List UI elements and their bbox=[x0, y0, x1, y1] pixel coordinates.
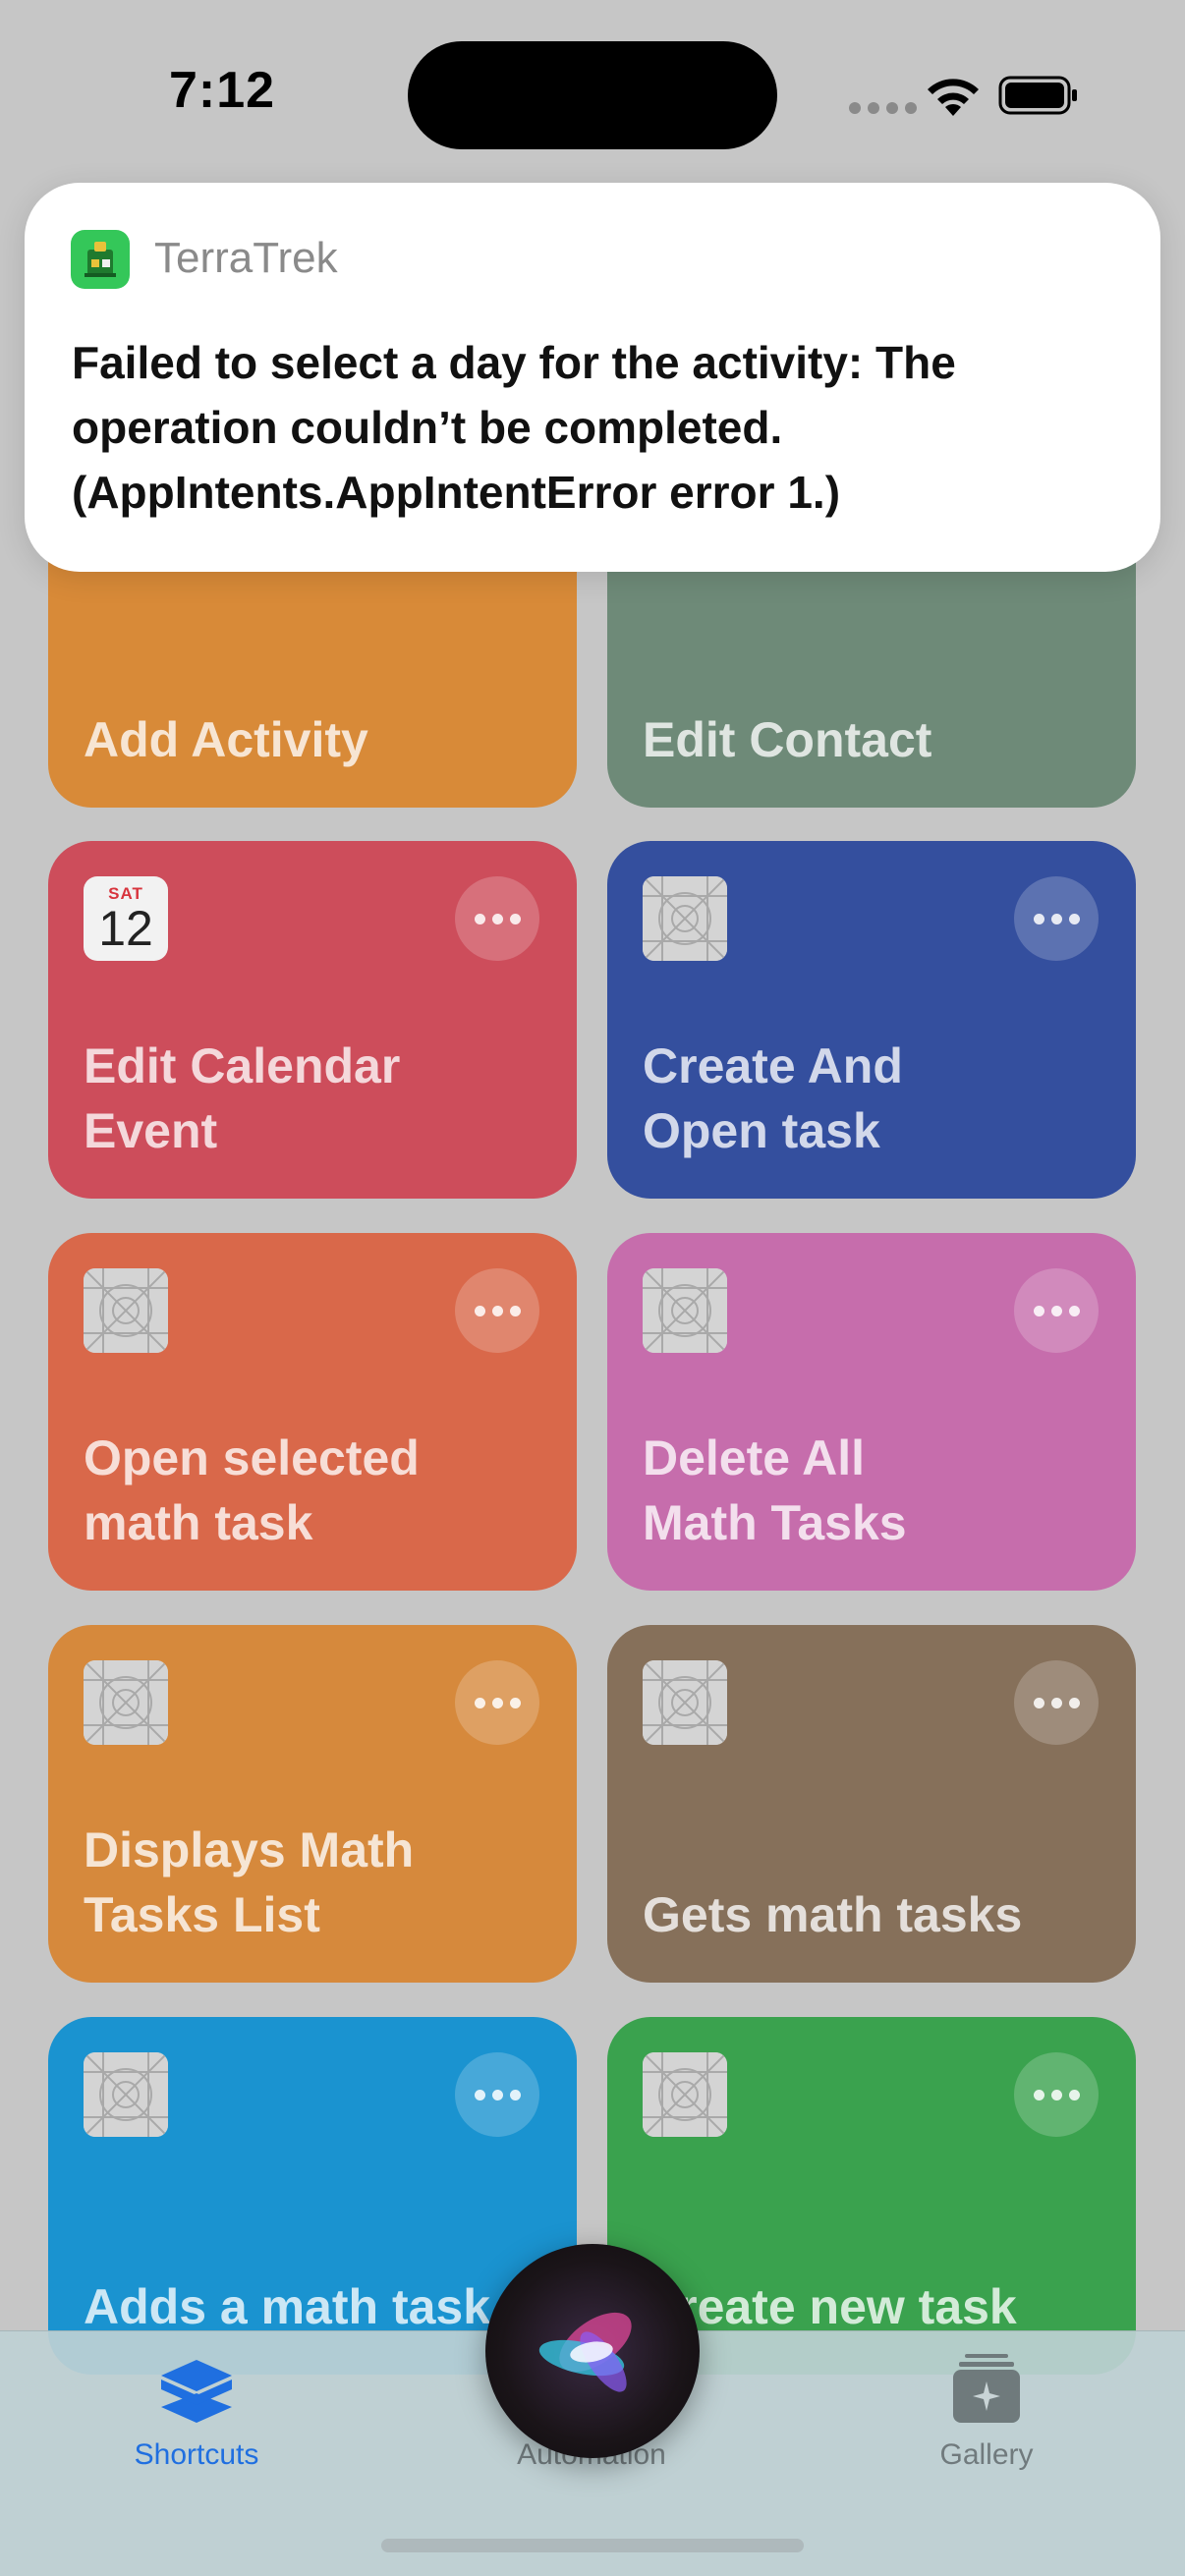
placeholder-app-icon bbox=[643, 876, 727, 961]
tile-title: Displays Math Tasks List bbox=[84, 1822, 415, 1942]
shortcut-tile-create-and-open-task[interactable]: Create And Open task bbox=[607, 841, 1136, 1199]
placeholder-app-icon bbox=[84, 2052, 168, 2137]
notification-app-name: TerraTrek bbox=[154, 234, 338, 282]
tile-title: Add Activity bbox=[84, 712, 368, 767]
placeholder-app-icon bbox=[643, 2052, 727, 2137]
shortcut-tile-open-selected-math-task[interactable]: Open selected math task bbox=[48, 1233, 577, 1591]
more-options-button[interactable] bbox=[1014, 1268, 1099, 1353]
tile-title: Delete All Math Tasks bbox=[643, 1430, 907, 1550]
more-options-button[interactable] bbox=[1014, 2052, 1099, 2137]
shortcut-tile-displays-math-tasks-list[interactable]: Displays Math Tasks List bbox=[48, 1625, 577, 1983]
notification-banner[interactable]: TerraTrek Failed to select a day for the… bbox=[25, 183, 1160, 572]
siri-waveform-icon bbox=[538, 2312, 632, 2392]
tab-shortcuts[interactable]: Shortcuts bbox=[88, 2342, 305, 2480]
siri-orb[interactable] bbox=[485, 2244, 700, 2458]
stacked-layers-icon bbox=[161, 2360, 232, 2423]
gallery-icon bbox=[953, 2354, 1020, 2423]
more-options-button[interactable] bbox=[1014, 1660, 1099, 1745]
more-options-button[interactable] bbox=[455, 1268, 539, 1353]
tab-gallery[interactable]: Gallery bbox=[878, 2342, 1095, 2480]
shortcut-tile-gets-math-tasks[interactable]: Gets math tasks bbox=[607, 1625, 1136, 1983]
cellular-signal-icon bbox=[849, 102, 917, 114]
tile-title: Gets math tasks bbox=[643, 1887, 1023, 1942]
dynamic-island bbox=[408, 41, 777, 149]
tile-title: Open selected math task bbox=[84, 1430, 420, 1550]
notification-message: Failed to select a day for the activity:… bbox=[72, 337, 956, 518]
more-options-button[interactable] bbox=[455, 1660, 539, 1745]
placeholder-app-icon bbox=[84, 1268, 168, 1353]
more-options-button[interactable] bbox=[1014, 876, 1099, 961]
placeholder-app-icon bbox=[643, 1268, 727, 1353]
calendar-icon: SAT 12 bbox=[84, 876, 168, 961]
placeholder-app-icon bbox=[84, 1660, 168, 1745]
terratrek-app-icon bbox=[71, 230, 130, 289]
shortcut-tile-edit-calendar-event[interactable]: SAT 12 Edit Calendar Event bbox=[48, 841, 577, 1199]
battery-icon bbox=[998, 76, 1077, 115]
calendar-date: 12 bbox=[98, 901, 153, 956]
tile-title: Edit Contact bbox=[643, 712, 932, 767]
tab-label: Gallery bbox=[939, 2438, 1034, 2471]
tile-title: Create And Open task bbox=[643, 1038, 903, 1158]
shortcut-tile-delete-all-math-tasks[interactable]: Delete All Math Tasks bbox=[607, 1233, 1136, 1591]
home-indicator bbox=[381, 2539, 804, 2552]
more-options-button[interactable] bbox=[455, 2052, 539, 2137]
more-options-button[interactable] bbox=[455, 876, 539, 961]
tab-label: Shortcuts bbox=[134, 2438, 259, 2471]
wifi-icon bbox=[928, 79, 979, 116]
placeholder-app-icon bbox=[643, 1660, 727, 1745]
tile-title: Edit Calendar Event bbox=[84, 1038, 401, 1158]
status-time: 7:12 bbox=[169, 62, 276, 119]
screen: 7:12 Add Activity Edit Contact SAT 12 Ed… bbox=[0, 0, 1185, 2576]
